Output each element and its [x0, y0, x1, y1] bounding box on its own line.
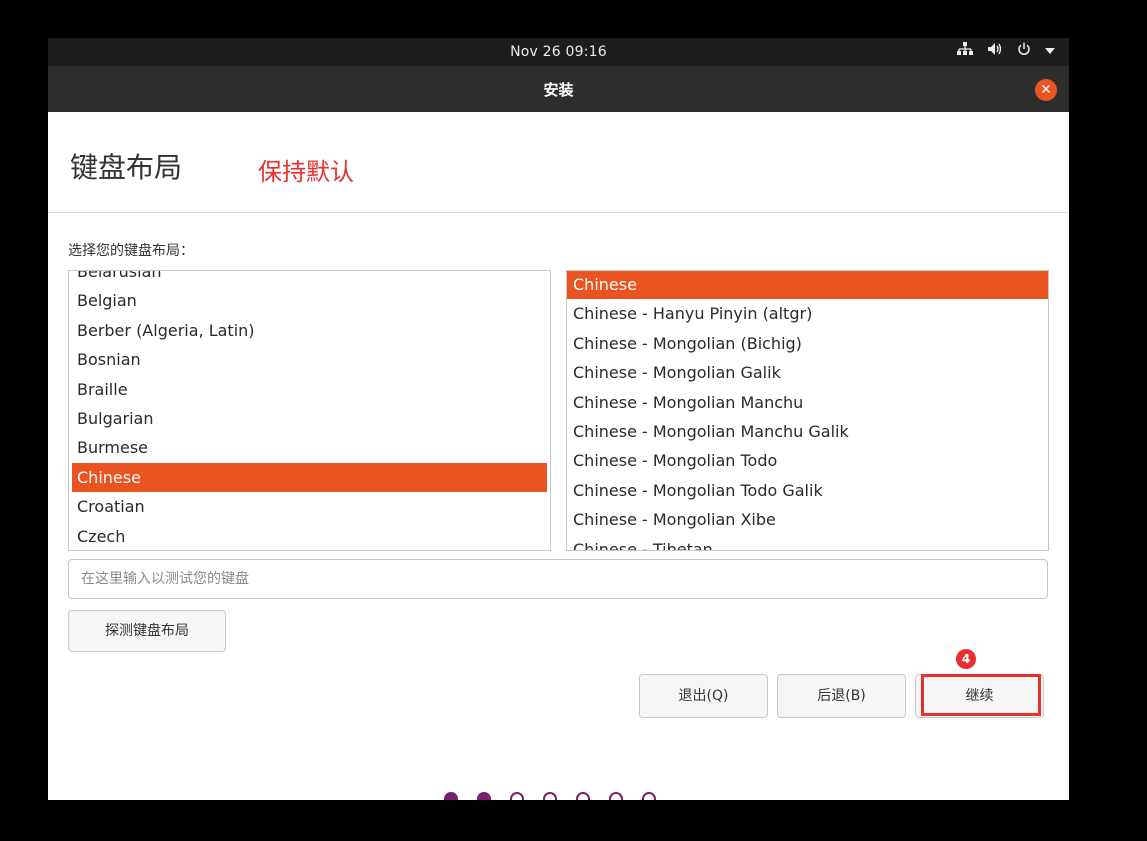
annotation-step-badge: 4 — [956, 649, 976, 669]
progress-dot — [444, 792, 458, 800]
layout-list-item[interactable]: Belarusian — [72, 271, 547, 286]
variant-list-item[interactable]: Chinese - Mongolian Todo Galik — [567, 476, 1048, 505]
variant-list-item[interactable]: Chinese - Mongolian Galik — [567, 358, 1048, 387]
layout-list-item[interactable]: Bosnian — [72, 345, 547, 374]
progress-dot — [609, 792, 623, 800]
close-button[interactable]: ✕ — [1035, 79, 1057, 101]
keyboard-variant-list-items: Chinese Chinese - Hanyu Pinyin (altgr) Chi… — [567, 271, 1048, 550]
layout-list-item[interactable]: Burmese — [72, 433, 547, 462]
top-bar: Nov 26 09:16 — [48, 38, 1069, 66]
progress-dots — [444, 792, 656, 800]
layout-list-item[interactable]: Braille — [72, 375, 547, 404]
screen-frame: Nov 26 09:16 安装 ✕ 键盘布局 保持默认 选择您的键盘布局： Be… — [0, 0, 1147, 841]
variant-list-item[interactable]: Chinese - Tibetan — [567, 535, 1048, 550]
continue-button[interactable]: 继续 — [915, 674, 1044, 718]
variant-list-item[interactable]: Chinese - Mongolian Xibe — [567, 505, 1048, 534]
progress-dot — [543, 792, 557, 800]
keyboard-layout-list-items: Belarusian Belgian Berber (Algeria, Latin)… — [69, 271, 550, 550]
clock[interactable]: Nov 26 09:16 — [48, 44, 1069, 60]
progress-dot — [576, 792, 590, 800]
variant-list-item[interactable]: Chinese - Mongolian Manchu — [567, 388, 1048, 417]
window-title: 安装 — [543, 81, 574, 99]
layout-list-item[interactable]: Bulgarian — [72, 404, 547, 433]
volume-icon — [987, 42, 1003, 60]
desktop-screen: Nov 26 09:16 安装 ✕ 键盘布局 保持默认 选择您的键盘布局： Be… — [48, 38, 1069, 800]
dropdown-arrow-icon — [1045, 43, 1055, 59]
back-button[interactable]: 后退(B) — [777, 674, 906, 718]
layout-list-item[interactable]: Czech — [72, 522, 547, 550]
annotation-text: 保持默认 — [258, 158, 354, 186]
progress-dot — [477, 792, 491, 800]
variant-list-item[interactable]: Chinese - Mongolian (Bichig) — [567, 329, 1048, 358]
page-title: 键盘布局 — [70, 151, 183, 184]
variant-list-item[interactable]: Chinese - Mongolian Todo — [567, 446, 1048, 475]
layout-list-item[interactable]: Berber (Algeria, Latin) — [72, 316, 547, 345]
variant-list-item[interactable]: Chinese - Hanyu Pinyin (altgr) — [567, 299, 1048, 328]
progress-dot — [642, 792, 656, 800]
variant-list-item[interactable]: Chinese — [567, 271, 1048, 300]
window-titlebar: 安装 ✕ — [48, 66, 1069, 112]
quit-button[interactable]: 退出(Q) — [639, 674, 768, 718]
detect-layout-button[interactable]: 探测键盘布局 — [68, 610, 226, 652]
layout-prompt: 选择您的键盘布局： — [68, 243, 194, 259]
keyboard-layout-list[interactable]: Belarusian Belgian Berber (Algeria, Latin)… — [68, 270, 551, 551]
power-icon — [1017, 42, 1031, 60]
variant-list-item[interactable]: Chinese - Mongolian Manchu Galik — [567, 417, 1048, 446]
keyboard-test-input[interactable] — [68, 559, 1048, 599]
layout-list-item[interactable]: Chinese — [72, 462, 547, 493]
installer-content: 键盘布局 保持默认 选择您的键盘布局： Belarusian Belgian Ber… — [48, 112, 1069, 800]
system-tray[interactable] — [957, 42, 1055, 60]
keyboard-variant-list[interactable]: Chinese Chinese - Hanyu Pinyin (altgr) Chi… — [566, 270, 1049, 551]
progress-dot — [510, 792, 524, 800]
close-icon: ✕ — [1040, 82, 1052, 98]
layout-list-item[interactable]: Croatian — [72, 492, 547, 521]
layout-list-item[interactable]: Belgian — [72, 286, 547, 315]
divider — [48, 212, 1069, 213]
network-icon — [957, 42, 973, 60]
